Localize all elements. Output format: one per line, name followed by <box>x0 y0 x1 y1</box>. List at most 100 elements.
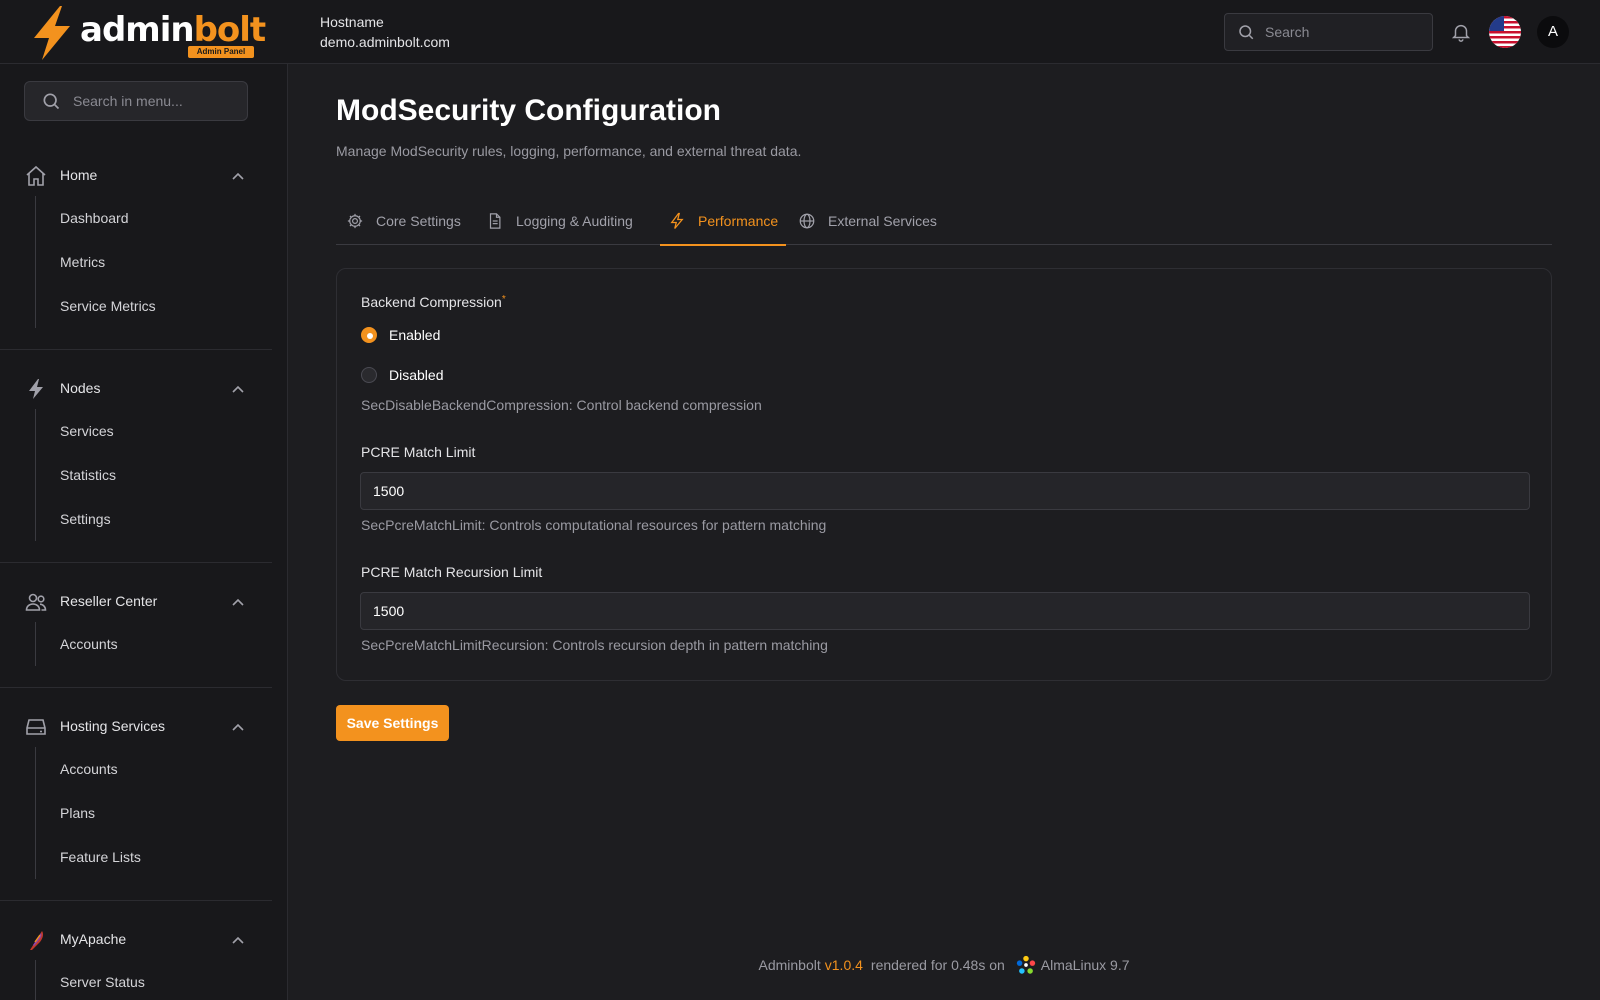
sidebar-item-reseller-accounts[interactable]: Accounts <box>36 622 272 666</box>
sidebar-item-settings[interactable]: Settings <box>36 497 272 541</box>
sidebar-divider <box>0 687 272 688</box>
bolt-icon <box>29 379 43 399</box>
tab-logging-auditing[interactable]: Logging & Auditing <box>486 196 633 245</box>
menu-search[interactable] <box>24 81 248 121</box>
sidebar-divider <box>0 562 272 563</box>
chevron-up-icon <box>232 172 244 180</box>
users-icon <box>25 593 47 611</box>
sidebar-group-nodes-toggle[interactable]: Nodes <box>0 369 272 409</box>
server-icon <box>26 719 46 735</box>
radio-enabled-control[interactable] <box>361 327 377 343</box>
tab-external-services[interactable]: External Services <box>798 196 937 245</box>
sidebar-group-reseller-toggle[interactable]: Reseller Center <box>0 582 272 622</box>
sidebar-group-label: Hosting Services <box>60 718 166 734</box>
tab-performance[interactable]: Performance <box>660 196 787 246</box>
search-icon <box>1239 25 1254 40</box>
globe-icon <box>799 213 815 228</box>
sidebar-group-hosting-toggle[interactable]: Hosting Services <box>0 707 272 747</box>
logo-wordmark: adminbolt <box>80 10 266 50</box>
search-icon <box>43 93 60 110</box>
required-marker: * <box>501 294 506 305</box>
global-search-input[interactable] <box>1265 24 1415 40</box>
sidebar-group-home: Home Dashboard Metrics Service Metrics <box>0 156 272 328</box>
sidebar-item-hosting-accounts[interactable]: Accounts <box>36 747 272 791</box>
global-search[interactable] <box>1224 13 1433 51</box>
adminbolt-logo[interactable]: adminbolt Admin Panel <box>30 6 266 60</box>
tab-label: Performance <box>698 212 779 229</box>
sidebar-item-service-metrics[interactable]: Service Metrics <box>36 284 272 328</box>
bell-icon[interactable] <box>1450 20 1472 44</box>
sidebar-group-reseller-center: Reseller Center Accounts <box>0 582 272 666</box>
footer-rendered: rendered for 0.48s on <box>870 957 1005 973</box>
sidebar-group-myapache-toggle[interactable]: MyApache <box>0 920 272 960</box>
radio-disabled[interactable]: Disabled <box>361 367 443 383</box>
document-icon <box>489 212 501 229</box>
tab-label: Logging & Auditing <box>516 212 633 229</box>
sidebar-group-home-toggle[interactable]: Home <box>0 156 272 196</box>
hostname-block: Hostname demo.adminbolt.com <box>320 12 450 52</box>
us-flag-icon[interactable] <box>1489 16 1521 48</box>
sidebar-group-label: Reseller Center <box>60 593 158 609</box>
sidebar-item-feature-lists[interactable]: Feature Lists <box>36 835 272 879</box>
performance-settings-card: Backend Compression* Enabled Disabled Se… <box>336 268 1552 681</box>
pcre-recursion-limit-input[interactable] <box>360 592 1530 630</box>
sidebar-submenu: Dashboard Metrics Service Metrics <box>35 196 272 328</box>
main-content: ModSecurity Configuration Manage ModSecu… <box>288 64 1600 1000</box>
home-icon <box>26 165 46 186</box>
settings-tabs: Core Settings Logging & Auditing Perform… <box>336 196 1552 246</box>
chevron-up-icon <box>232 936 244 944</box>
user-avatar[interactable]: A <box>1537 16 1569 48</box>
sidebar-group-label: Nodes <box>60 380 101 396</box>
tab-label: External Services <box>828 212 937 229</box>
pcre-match-limit-help: SecPcreMatchLimit: Controls computationa… <box>361 517 827 533</box>
top-bar: adminbolt Admin Panel Hostname demo.admi… <box>0 0 1600 64</box>
sidebar-submenu: Accounts Plans Feature Lists <box>35 747 272 879</box>
tab-label: Core Settings <box>376 212 461 229</box>
sidebar-item-statistics[interactable]: Statistics <box>36 453 272 497</box>
footer-os: AlmaLinux 9.7 <box>1040 957 1130 973</box>
pcre-match-limit-input[interactable] <box>360 472 1530 510</box>
sidebar-group-nodes: Nodes Services Statistics Settings <box>0 369 272 541</box>
radio-enabled[interactable]: Enabled <box>361 327 440 343</box>
chevron-up-icon <box>232 723 244 731</box>
sidebar-divider <box>0 900 272 901</box>
footer-version[interactable]: v1.0.4 <box>825 957 863 973</box>
apache-feather-icon <box>30 931 44 950</box>
sidebar: Home Dashboard Metrics Service Metrics N… <box>0 64 288 1000</box>
sidebar-item-metrics[interactable]: Metrics <box>36 240 272 284</box>
chevron-up-icon <box>232 598 244 606</box>
sidebar-group-myapache: MyApache Server Status <box>0 920 272 1000</box>
backend-compression-help: SecDisableBackendCompression: Control ba… <box>361 397 762 413</box>
save-settings-button[interactable]: Save Settings <box>336 705 449 741</box>
sidebar-item-services[interactable]: Services <box>36 409 272 453</box>
gear-icon <box>347 213 363 228</box>
page-title: ModSecurity Configuration <box>336 94 721 127</box>
hostname-value: demo.adminbolt.com <box>320 34 450 50</box>
sidebar-group-label: Home <box>60 167 98 183</box>
pcre-recursion-limit-help: SecPcreMatchLimitRecursion: Controls rec… <box>361 637 828 653</box>
footer: Adminbolt v1.0.4 rendered for 0.48s on A… <box>288 954 1600 976</box>
tab-core-settings[interactable]: Core Settings <box>346 196 461 245</box>
footer-product: Adminbolt <box>758 957 821 973</box>
pcre-match-limit-label: PCRE Match Limit <box>361 444 476 460</box>
sidebar-divider <box>0 349 272 350</box>
sidebar-group-label: MyApache <box>60 931 127 947</box>
page-subtitle: Manage ModSecurity rules, logging, perfo… <box>336 143 802 159</box>
lightning-bolt-icon <box>34 6 70 60</box>
radio-disabled-label: Disabled <box>389 367 444 383</box>
backend-compression-label: Backend Compression* <box>361 294 506 310</box>
sidebar-item-plans[interactable]: Plans <box>36 791 272 835</box>
radio-disabled-control[interactable] <box>361 367 377 383</box>
almalinux-logo-icon <box>1016 955 1035 974</box>
chevron-up-icon <box>232 385 244 393</box>
sidebar-submenu: Server Status <box>35 960 272 1000</box>
sidebar-group-hosting-services: Hosting Services Accounts Plans Feature … <box>0 707 272 879</box>
bolt-icon <box>670 212 684 229</box>
sidebar-item-dashboard[interactable]: Dashboard <box>36 196 272 240</box>
sidebar-item-server-status[interactable]: Server Status <box>36 960 272 1000</box>
radio-enabled-label: Enabled <box>389 327 441 343</box>
menu-search-input[interactable] <box>73 93 233 109</box>
hostname-label: Hostname <box>320 14 384 30</box>
logo-badge: Admin Panel <box>188 46 254 58</box>
sidebar-submenu: Accounts <box>35 622 272 666</box>
